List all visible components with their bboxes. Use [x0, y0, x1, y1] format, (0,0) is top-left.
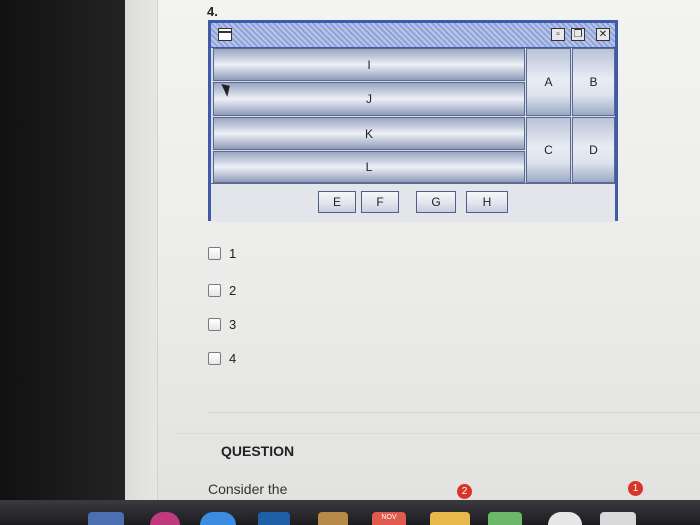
- window-button-a: A: [526, 48, 571, 116]
- window-button-d: D: [572, 117, 615, 183]
- option-label: 2: [229, 282, 237, 298]
- option-label: 4: [229, 350, 237, 366]
- dock-app-icon-5[interactable]: [600, 512, 636, 525]
- window-button-k: K: [213, 117, 525, 150]
- option-label: 1: [229, 245, 237, 261]
- window-south-panel: E F G H: [211, 183, 615, 222]
- next-question-heading: QUESTION: [221, 443, 295, 459]
- left-sidebar-strip: [125, 0, 158, 500]
- window-menu-icon: [218, 28, 232, 41]
- dock-app-icon-2[interactable]: [258, 512, 290, 525]
- checkbox[interactable]: [208, 283, 221, 297]
- window-button-c: C: [526, 117, 571, 183]
- window-button-j: J: [213, 82, 525, 116]
- dock-notes-icon[interactable]: [430, 512, 470, 525]
- window-button-e: E: [318, 191, 356, 213]
- java-window-figure: ▫ ❐ ✕ I J K L A B C D E F G H: [208, 20, 618, 222]
- dock-safari-icon[interactable]: [200, 512, 236, 525]
- window-titlebar: ▫ ❐ ✕: [211, 23, 615, 48]
- answer-option-4[interactable]: 4: [208, 350, 236, 366]
- window-button-g: G: [416, 191, 456, 213]
- window-button-f: F: [361, 191, 399, 213]
- dock-app-icon-4[interactable]: [548, 512, 582, 525]
- option-label: 3: [229, 316, 237, 332]
- close-icon: ✕: [596, 28, 610, 41]
- screen-bezel: [0, 0, 125, 525]
- dock-app-icon-3[interactable]: [318, 512, 348, 525]
- notification-badge: 2: [457, 484, 472, 499]
- answer-option-3[interactable]: 3: [208, 316, 236, 332]
- dock-calendar-icon[interactable]: NOV: [372, 512, 406, 525]
- answer-option-1[interactable]: 1: [208, 245, 236, 261]
- window-button-b: B: [572, 48, 615, 116]
- dock-finder-icon[interactable]: [88, 512, 124, 525]
- minimize-icon: ▫: [551, 28, 565, 41]
- checkbox[interactable]: [208, 246, 221, 260]
- window-button-l: L: [213, 151, 525, 183]
- window-button-i: I: [213, 48, 525, 81]
- window-button-h: H: [466, 191, 508, 213]
- question-number: 4.: [207, 4, 218, 19]
- section-divider: [208, 412, 700, 413]
- notification-badge: 1: [628, 481, 643, 496]
- question-header-divider: [176, 433, 700, 434]
- answer-option-2[interactable]: 2: [208, 282, 236, 298]
- checkbox[interactable]: [208, 351, 221, 365]
- restore-icon: ❐: [571, 28, 585, 41]
- next-question-text: Consider the: [208, 481, 288, 497]
- dock-messages-icon[interactable]: [488, 512, 522, 525]
- checkbox[interactable]: [208, 317, 221, 331]
